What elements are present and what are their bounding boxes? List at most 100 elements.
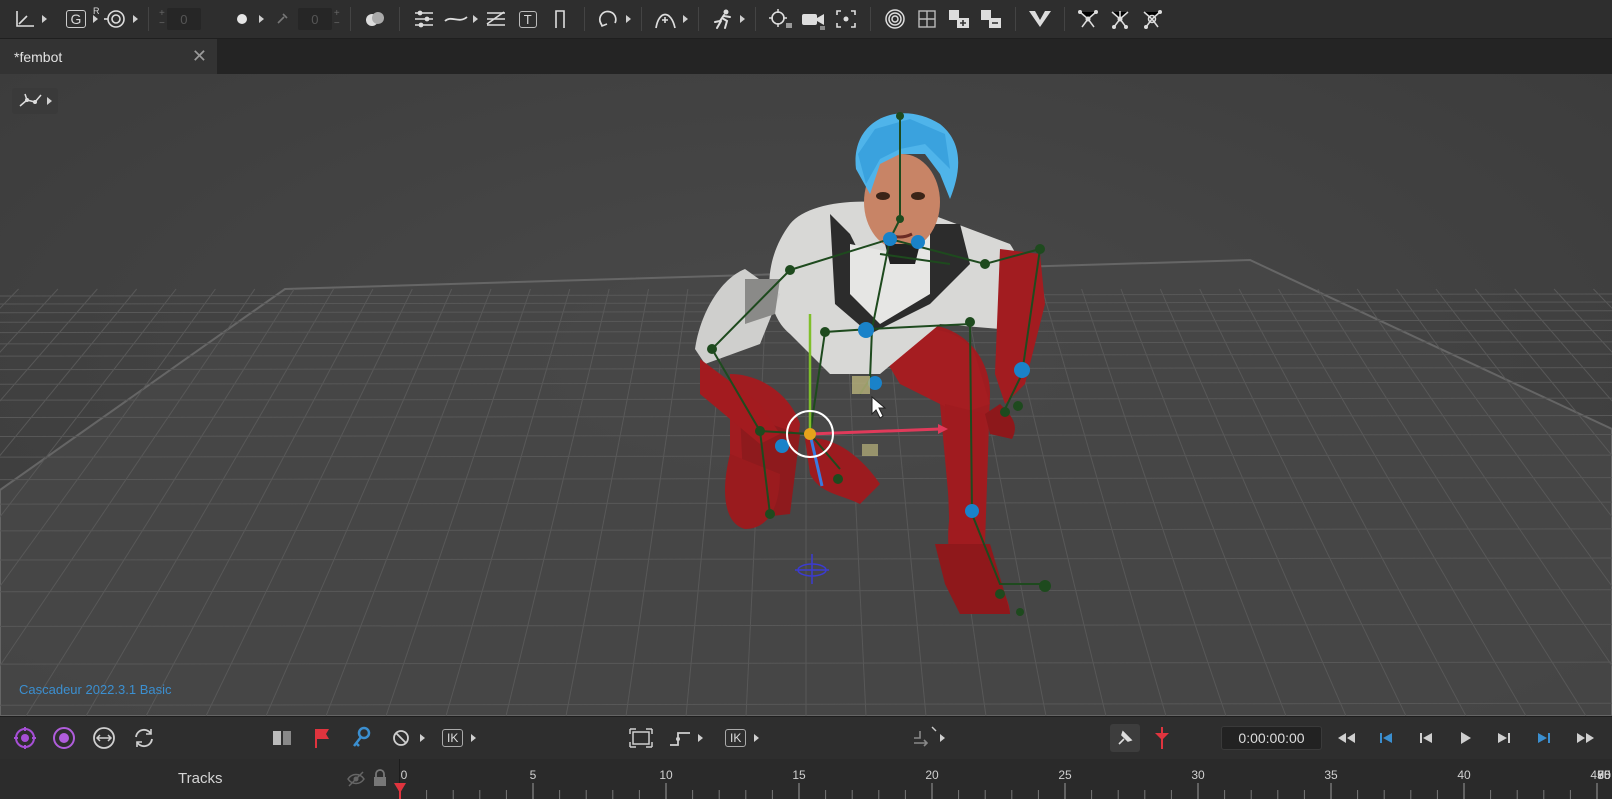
ruler-tick-label: 10 bbox=[659, 768, 673, 782]
ik-label: IK bbox=[442, 729, 464, 747]
document-tab-bar: *fembot ✕ bbox=[0, 39, 1612, 74]
target-lock-icon[interactable] bbox=[767, 4, 793, 34]
pin-icon[interactable] bbox=[269, 4, 295, 34]
step-curve-dropdown-icon[interactable] bbox=[698, 734, 703, 742]
next-frame-icon[interactable] bbox=[1495, 724, 1513, 752]
close-icon[interactable]: ✕ bbox=[192, 46, 207, 67]
frame-focus-icon[interactable] bbox=[833, 4, 859, 34]
camera-icon[interactable] bbox=[799, 4, 827, 34]
run-dropdown-icon[interactable] bbox=[739, 15, 745, 23]
separator bbox=[1063, 7, 1065, 31]
number-field-b[interactable]: 0 bbox=[297, 8, 332, 30]
separator bbox=[583, 7, 585, 31]
disable-dropdown-icon[interactable] bbox=[420, 734, 425, 742]
g-label: G bbox=[65, 10, 87, 28]
visibility-off-icon[interactable] bbox=[346, 770, 366, 788]
fast-forward-icon[interactable] bbox=[1575, 724, 1597, 752]
ruler-tick-label: 35 bbox=[1324, 768, 1338, 782]
separator bbox=[754, 7, 756, 31]
step-curve-icon[interactable] bbox=[668, 724, 705, 752]
ik-toggle-b[interactable]: IK bbox=[725, 724, 761, 752]
point-dropdown-icon[interactable] bbox=[258, 15, 264, 23]
previous-frame-icon[interactable] bbox=[1417, 724, 1435, 752]
rotation-mode-icon[interactable]: R bbox=[93, 4, 129, 34]
number-field-a[interactable]: 0 bbox=[166, 8, 201, 30]
ik-label: IK bbox=[725, 729, 747, 747]
ik-b-dropdown-icon[interactable] bbox=[754, 734, 760, 742]
jump-icon[interactable] bbox=[653, 4, 679, 34]
tracks-header: Tracks bbox=[0, 759, 400, 799]
trajectory-icon[interactable] bbox=[411, 4, 437, 34]
add-layer-icon[interactable] bbox=[946, 4, 972, 34]
grid-select-icon[interactable] bbox=[914, 4, 940, 34]
lock-icon[interactable] bbox=[372, 769, 388, 787]
scene-canvas[interactable] bbox=[0, 74, 1612, 716]
global-dropdown-icon[interactable] bbox=[93, 15, 98, 23]
key-icon[interactable] bbox=[350, 724, 372, 752]
axis-icon[interactable] bbox=[12, 4, 38, 34]
flag-icon[interactable] bbox=[312, 724, 332, 752]
tab-title: *fembot bbox=[14, 48, 63, 65]
separator bbox=[697, 7, 699, 31]
r-label: R bbox=[93, 6, 100, 16]
skeleton-display-button[interactable] bbox=[12, 88, 58, 114]
ik-toggle-a[interactable]: IK bbox=[442, 724, 478, 752]
spiral-icon[interactable] bbox=[882, 4, 908, 34]
run-icon[interactable] bbox=[710, 4, 736, 34]
axis-dropdown-icon[interactable] bbox=[42, 15, 47, 23]
disable-icon[interactable] bbox=[390, 724, 427, 752]
purple-tool-1-icon[interactable] bbox=[12, 724, 38, 752]
rig-pivot-icon[interactable] bbox=[1076, 4, 1102, 34]
rotation-dropdown-icon[interactable] bbox=[133, 15, 138, 23]
refresh-icon[interactable] bbox=[131, 724, 157, 752]
timeline-ruler[interactable]: 0 5 10 15 20 25 30 35 40 45 50 55 60 65 70 75 80 85 90 bbox=[394, 759, 1612, 799]
version-label: Cascadeur 2022.3.1 Basic bbox=[19, 682, 172, 697]
playhead-marker-icon[interactable] bbox=[1150, 724, 1174, 752]
bracket-icon[interactable] bbox=[547, 4, 573, 34]
trajectory-swap-dropdown-icon[interactable] bbox=[940, 734, 945, 742]
remove-layer-icon[interactable] bbox=[978, 4, 1004, 34]
ruler-tick-label: 90 bbox=[1597, 768, 1611, 782]
point-icon[interactable] bbox=[229, 4, 255, 34]
ruler-tick-label: 25 bbox=[1058, 768, 1072, 782]
loop-icon[interactable] bbox=[596, 4, 622, 34]
loop-dropdown-icon[interactable] bbox=[625, 15, 631, 23]
trajectory-swap-icon[interactable] bbox=[910, 724, 947, 752]
3d-viewport[interactable]: Cascadeur 2022.3.1 Basic bbox=[0, 74, 1612, 716]
stepper-a-buttons[interactable]: + − bbox=[159, 9, 165, 29]
blend-icon[interactable] bbox=[362, 4, 388, 34]
separator bbox=[148, 7, 149, 31]
time-field[interactable]: 0:00:00:00 bbox=[1221, 726, 1322, 750]
playhead-icon[interactable] bbox=[391, 781, 409, 799]
ruler-ticks bbox=[400, 783, 1598, 799]
play-icon[interactable] bbox=[1456, 724, 1474, 752]
global-toggle-button[interactable]: G bbox=[63, 4, 89, 34]
text-tool-button[interactable]: T bbox=[515, 4, 541, 34]
ruler-tick-label: 15 bbox=[792, 768, 806, 782]
ik-a-dropdown-icon[interactable] bbox=[471, 734, 477, 742]
skeleton-icon bbox=[19, 93, 42, 107]
rig-settings-icon[interactable] bbox=[1140, 4, 1166, 34]
graph-lines-icon[interactable] bbox=[483, 4, 509, 34]
rig-joints-icon[interactable] bbox=[1108, 4, 1134, 34]
tab-fembot[interactable]: *fembot ✕ bbox=[0, 39, 217, 74]
rewind-icon[interactable] bbox=[1335, 724, 1357, 752]
curve-dropdown-icon[interactable] bbox=[472, 15, 478, 23]
mirror-icon[interactable] bbox=[270, 724, 294, 752]
ruler-tick-label: 20 bbox=[925, 768, 939, 782]
curve-icon[interactable] bbox=[443, 4, 469, 34]
jump-dropdown-icon[interactable] bbox=[682, 15, 688, 23]
stepper-b-buttons[interactable]: + − bbox=[334, 9, 340, 29]
vector-logo-icon[interactable] bbox=[1027, 4, 1053, 34]
interpolate-icon[interactable] bbox=[91, 724, 117, 752]
pin-star-icon bbox=[1118, 730, 1133, 745]
go-to-end-icon[interactable] bbox=[1535, 724, 1553, 752]
tracks-label: Tracks bbox=[178, 770, 223, 787]
auto-key-button[interactable] bbox=[1110, 724, 1140, 752]
go-to-start-icon[interactable] bbox=[1377, 724, 1395, 752]
fit-frame-icon[interactable] bbox=[628, 724, 654, 752]
skeleton-dropdown-icon[interactable] bbox=[46, 97, 52, 105]
animation-controls-bar: IK IK 0:00:00:00 bbox=[0, 716, 1612, 760]
separator bbox=[640, 7, 642, 31]
purple-tool-2-icon[interactable] bbox=[51, 724, 77, 752]
